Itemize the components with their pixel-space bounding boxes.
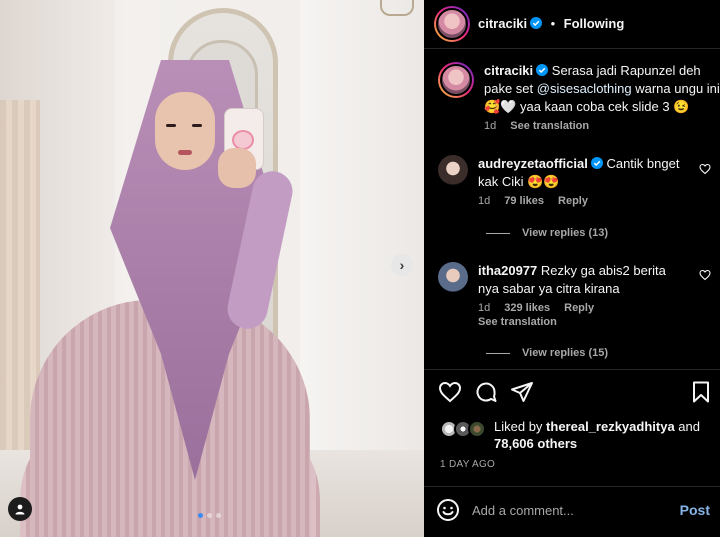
post-timestamp[interactable]: 1 DAY AGO [440, 459, 495, 470]
smiley-icon[interactable] [436, 498, 460, 522]
carousel-dot [207, 513, 212, 518]
comment-box-divider [424, 486, 720, 487]
commenter-avatar[interactable] [438, 262, 468, 292]
add-comment-input[interactable] [472, 502, 680, 518]
subject-hand [218, 148, 256, 188]
phone-sticker [232, 130, 254, 150]
comment-time: 1d [478, 195, 491, 207]
post-caption: citraciki Serasa jadi Rapunzel deh pake … [438, 62, 720, 132]
replies-divider-line [486, 232, 510, 234]
comment-time: 1d [478, 302, 491, 314]
replies-divider-line [486, 352, 510, 354]
following-button[interactable]: Following [564, 16, 625, 31]
actions-divider [424, 369, 720, 370]
header-divider [424, 48, 720, 49]
see-translation-link[interactable]: See translation [478, 316, 557, 328]
caption-text: citraciki Serasa jadi Rapunzel deh pake … [484, 62, 720, 116]
heart-icon[interactable] [438, 380, 462, 404]
carousel-dot [216, 513, 221, 518]
author-username[interactable]: citraciki [478, 16, 527, 31]
comment-meta: 1d 79 likes Reply [478, 195, 690, 207]
add-comment-bar: Post [436, 497, 716, 523]
comment-likes-count[interactable]: 329 likes [504, 302, 550, 314]
comment-like-heart-icon[interactable] [699, 269, 711, 281]
commenter-username[interactable]: itha20977 [478, 263, 537, 278]
tagged-users-button[interactable] [8, 497, 32, 521]
photo-hook [380, 0, 414, 16]
author-avatar[interactable] [434, 6, 470, 42]
view-replies-button[interactable]: View replies (13) [486, 227, 608, 239]
likes-prefix: Liked by [494, 419, 547, 434]
commenter-avatar[interactable] [438, 155, 468, 185]
comment-translation-row: See translation [478, 316, 690, 328]
caption-username[interactable]: citraciki [484, 63, 533, 78]
likes-text: Liked by thereal_rezkyadhitya and 78,606… [494, 418, 720, 452]
verified-badge-icon [536, 64, 549, 76]
post-header: citraciki • Following [434, 6, 624, 42]
commenter-username[interactable]: audreyzetaofficial [478, 156, 588, 171]
subject-lips [178, 150, 192, 155]
liker-username-link[interactable]: thereal_rezkyadhitya [546, 419, 675, 434]
user-tag-icon [15, 504, 25, 515]
liker-avatars [440, 418, 488, 440]
carousel-indicator [198, 513, 221, 518]
caption-avatar[interactable] [438, 62, 474, 98]
comment-bubble-icon[interactable] [474, 380, 498, 404]
reply-button[interactable]: Reply [558, 195, 588, 207]
comment-meta: 1d 329 likes Reply [478, 302, 690, 314]
post-photo[interactable]: › [0, 0, 424, 537]
caption-mention-link[interactable]: @sisesaclothing [537, 81, 632, 96]
comment-item: audreyzetaofficial Cantik bnget kak Ciki… [438, 155, 690, 207]
view-replies-label: View replies (15) [522, 347, 609, 359]
paper-plane-icon[interactable] [510, 380, 534, 404]
liker-avatar[interactable] [468, 420, 486, 438]
carousel-next-button[interactable]: › [391, 254, 413, 276]
caption-meta: 1d See translation [484, 120, 720, 132]
see-translation-link[interactable]: See translation [510, 120, 589, 132]
likes-middle: and [674, 419, 700, 434]
post-comment-button[interactable]: Post [680, 502, 710, 518]
comment-likes-count[interactable]: 79 likes [504, 195, 544, 207]
reply-button[interactable]: Reply [564, 302, 594, 314]
view-replies-label: View replies (13) [522, 227, 609, 239]
comment-text: audreyzetaofficial Cantik bnget kak Ciki… [478, 155, 690, 191]
chevron-right-icon: › [399, 257, 405, 273]
comment-like-heart-icon[interactable] [699, 163, 711, 175]
verified-badge-icon [590, 157, 603, 169]
post-actions-bar [438, 380, 712, 406]
subject-eye [192, 124, 202, 127]
likes-others-link[interactable]: 78,606 others [494, 436, 577, 451]
carousel-dot [198, 513, 203, 518]
header-separator: • [550, 16, 556, 31]
bookmark-icon[interactable] [689, 380, 713, 404]
caption-time: 1d [484, 120, 497, 132]
subject-face [155, 92, 215, 170]
likes-summary: Liked by thereal_rezkyadhitya and 78,606… [440, 418, 720, 452]
verified-badge-icon [530, 17, 543, 29]
comment-item: itha20977 Rezky ga abis2 berita nya saba… [438, 262, 690, 328]
comment-text: itha20977 Rezky ga abis2 berita nya saba… [478, 262, 690, 298]
subject-eye [166, 124, 176, 127]
view-replies-button[interactable]: View replies (15) [486, 347, 608, 359]
